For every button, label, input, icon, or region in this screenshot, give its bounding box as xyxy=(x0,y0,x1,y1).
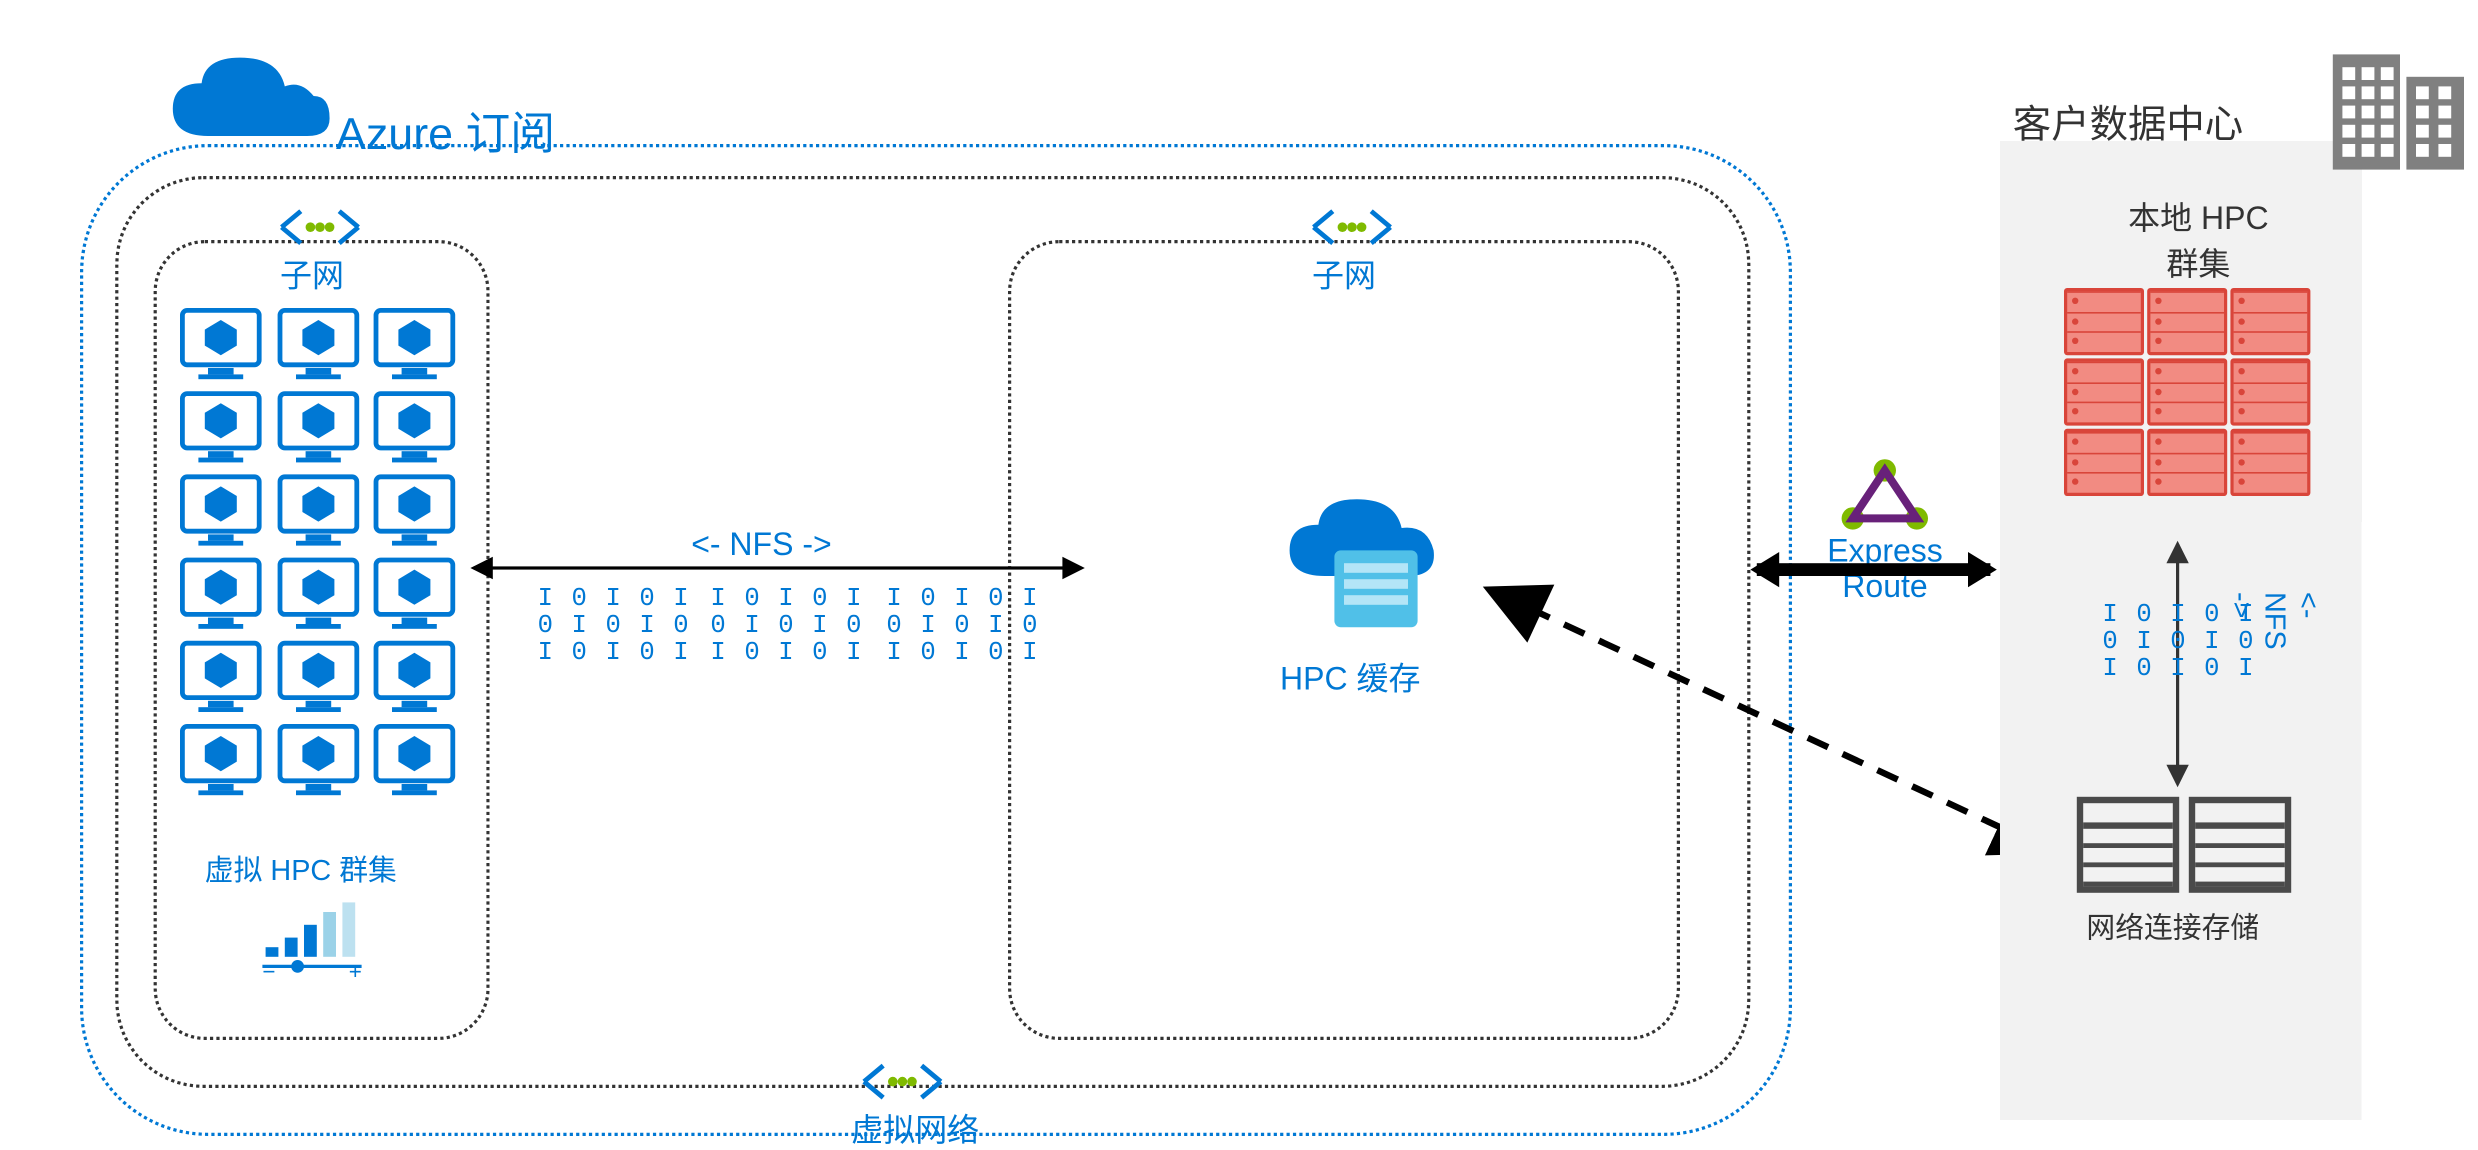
nas-unit-icon xyxy=(2189,797,2291,893)
nfs-arrow-cluster-to-cache xyxy=(474,566,1082,569)
vm-icon xyxy=(176,554,266,634)
server-rack-icon xyxy=(2147,429,2227,496)
vm-icon xyxy=(370,387,460,467)
subnet-label-left: 子网 xyxy=(280,250,344,296)
binary-data-icon: I 0 I 0 I 0 I 0 I 0 I 0 I 0 I xyxy=(710,586,863,667)
expressroute-icon xyxy=(1837,458,1933,543)
vm-icon xyxy=(273,387,363,467)
vm-icon xyxy=(176,637,266,717)
expressroute-arrow xyxy=(1757,563,1991,576)
server-rack-icon xyxy=(2230,288,2310,355)
nas-icon xyxy=(2077,797,2291,893)
binary-data-icon: I 0 I 0 I 0 I 0 I 0 I 0 I 0 I xyxy=(886,586,1039,667)
vm-icon xyxy=(176,720,266,800)
nas-label: 网络连接存储 xyxy=(2086,906,2259,948)
onprem-hpc-label: 本地 HPC 群集 xyxy=(2102,192,2294,285)
vm-icon xyxy=(273,637,363,717)
scaleset-icon: − + xyxy=(256,899,384,987)
vm-icon xyxy=(273,554,363,634)
buildings-icon xyxy=(2326,32,2470,184)
vm-icon xyxy=(273,720,363,800)
vm-icon xyxy=(273,470,363,550)
svg-text:−: − xyxy=(262,959,275,979)
server-rack-icon xyxy=(2230,429,2310,496)
vm-icon xyxy=(370,470,460,550)
svg-text:+: + xyxy=(349,959,362,979)
vm-icon xyxy=(370,554,460,634)
virtual-hpc-cluster xyxy=(176,304,464,800)
server-rack-icon xyxy=(2064,288,2144,355)
server-rack-icon xyxy=(2230,358,2310,425)
datacenter-title: 客户数据中心 xyxy=(2013,93,2243,149)
vm-icon xyxy=(370,637,460,717)
nfs-arrow-label: <- NFS -> xyxy=(691,528,831,565)
server-rack-icon xyxy=(2147,288,2227,355)
nfs-vertical-label: <- NFS -> xyxy=(2224,592,2325,650)
vm-icon xyxy=(176,304,266,384)
nas-unit-icon xyxy=(2077,797,2179,893)
server-rack-icon xyxy=(2064,358,2144,425)
onprem-hpc-cluster xyxy=(2064,288,2310,496)
hpc-cache-label: HPC 缓存 xyxy=(1280,653,1420,699)
dashed-arrow-cache-to-nas xyxy=(1482,579,2058,867)
hpc-cache-icon xyxy=(1280,496,1440,648)
server-rack-icon xyxy=(2064,429,2144,496)
vm-icon xyxy=(370,304,460,384)
vm-icon xyxy=(370,720,460,800)
virtual-hpc-label: 虚拟 HPC 群集 xyxy=(205,848,397,890)
subnet-label-right: 子网 xyxy=(1312,250,1376,296)
vnet-label: 虚拟网络 xyxy=(851,1104,979,1150)
binary-data-icon: I 0 I 0 I 0 I 0 I 0 I 0 I 0 I xyxy=(538,586,691,667)
vm-icon xyxy=(273,304,363,384)
vm-icon xyxy=(176,387,266,467)
server-rack-icon xyxy=(2147,358,2227,425)
vm-icon xyxy=(176,470,266,550)
